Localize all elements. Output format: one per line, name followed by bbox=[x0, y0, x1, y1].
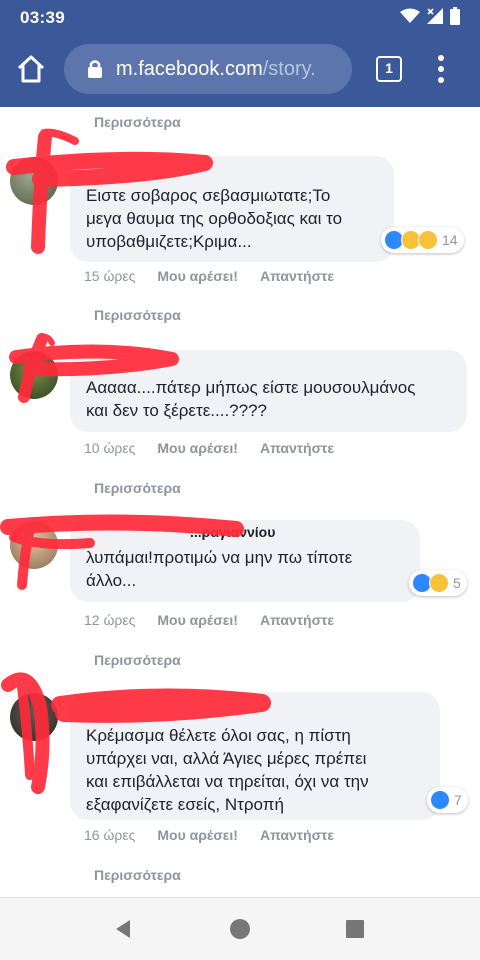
battery-icon bbox=[450, 7, 460, 25]
url-bar[interactable]: m.facebook.com/story. bbox=[64, 44, 352, 94]
like-link[interactable]: Μου αρέσει! bbox=[157, 268, 238, 284]
browser-top-bar: 03:39 m.facebook.com/story. 1 bbox=[0, 0, 480, 107]
wifi-icon bbox=[400, 8, 420, 23]
commenter-name[interactable]: ...ραγιαννίου bbox=[190, 524, 275, 540]
reaction-summary[interactable]: 5 bbox=[409, 570, 467, 596]
reaction-summary[interactable]: 14 bbox=[381, 227, 464, 253]
avatar[interactable] bbox=[10, 157, 58, 205]
comment-text: Κρέμασμα θέλετε όλοι σας, η πίστη υπάρχε… bbox=[86, 726, 369, 814]
signal-icon bbox=[427, 8, 443, 24]
comment-bubble: Ειστε σοβαρος σεβασμιωτατε;Το μεγα θαυμα… bbox=[70, 156, 394, 262]
back-icon[interactable] bbox=[108, 914, 138, 944]
reaction-count: 5 bbox=[453, 575, 461, 591]
system-nav-bar bbox=[0, 897, 480, 960]
url-text: m.facebook.com/story. bbox=[116, 58, 316, 81]
reply-link[interactable]: Απαντήστε bbox=[260, 612, 334, 628]
home-circle-icon[interactable] bbox=[225, 914, 255, 944]
reaction-count: 14 bbox=[442, 232, 458, 248]
avatar[interactable] bbox=[10, 521, 58, 569]
comment-text: Ειστε σοβαρος σεβασμιωτατε;Το μεγα θαυμα… bbox=[86, 186, 343, 251]
sad-icon bbox=[429, 573, 449, 593]
reaction-count: 7 bbox=[454, 792, 462, 808]
comment-time[interactable]: 12 ώρες bbox=[84, 612, 135, 628]
status-bar: 03:39 bbox=[0, 0, 480, 34]
comment-bubble: ...ραγιαννίου λυπάμαι!προτιμώ να μην πω … bbox=[70, 520, 420, 602]
reply-link[interactable]: Απαντήστε bbox=[260, 268, 334, 284]
more-link[interactable]: Περισσότερα bbox=[94, 652, 181, 668]
reply-link[interactable]: Απαντήστε bbox=[260, 440, 334, 456]
comment-meta: 10 ώρες Μου αρέσει! Απαντήστε bbox=[84, 440, 334, 456]
tab-switcher-button[interactable]: 1 bbox=[376, 56, 402, 82]
more-link[interactable]: Περισσότερα bbox=[94, 307, 181, 323]
url-host: m.facebook.com bbox=[116, 57, 263, 80]
like-icon bbox=[430, 790, 450, 810]
haha-icon bbox=[418, 230, 438, 250]
more-link[interactable]: Περισσότερα bbox=[94, 480, 181, 496]
comment-meta: 16 ώρες Μου αρέσει! Απαντήστε bbox=[84, 827, 334, 843]
comment-bubble: Ααααα....πάτερ μήπως είστε μουσουλμάνος … bbox=[70, 350, 467, 432]
more-link[interactable]: Περισσότερα bbox=[94, 867, 181, 883]
comment-text: Ααααα....πάτερ μήπως είστε μουσουλμάνος … bbox=[86, 378, 416, 420]
comment-bubble: Κρέμασμα θέλετε όλοι σας, η πίστη υπάρχε… bbox=[70, 692, 440, 820]
status-icons bbox=[400, 7, 460, 25]
overflow-menu-icon[interactable] bbox=[434, 54, 448, 84]
lock-icon bbox=[88, 60, 102, 78]
url-path: /story. bbox=[262, 57, 316, 80]
reaction-summary[interactable]: 7 bbox=[427, 787, 468, 813]
recents-icon[interactable] bbox=[340, 914, 370, 944]
reply-link[interactable]: Απαντήστε bbox=[260, 827, 334, 843]
home-icon[interactable] bbox=[14, 52, 48, 86]
comment-feed: Περισσότερα Ειστε σοβαρος σεβασμιωτατε;Τ… bbox=[0, 107, 480, 897]
avatar[interactable] bbox=[10, 693, 58, 741]
like-link[interactable]: Μου αρέσει! bbox=[157, 827, 238, 843]
status-time: 03:39 bbox=[20, 8, 65, 27]
comment-time[interactable]: 10 ώρες bbox=[84, 440, 135, 456]
url-row: m.facebook.com/story. 1 bbox=[0, 38, 480, 102]
like-link[interactable]: Μου αρέσει! bbox=[157, 440, 238, 456]
comment-text: λυπάμαι!προτιμώ να μην πω τίποτε άλλο... bbox=[86, 548, 353, 590]
avatar[interactable] bbox=[10, 351, 58, 399]
like-link[interactable]: Μου αρέσει! bbox=[157, 612, 238, 628]
comment-time[interactable]: 16 ώρες bbox=[84, 827, 135, 843]
more-link[interactable]: Περισσότερα bbox=[94, 114, 181, 130]
comment-meta: 12 ώρες Μου αρέσει! Απαντήστε bbox=[84, 612, 334, 628]
comment-time[interactable]: 15 ώρες bbox=[84, 268, 135, 284]
comment-meta: 15 ώρες Μου αρέσει! Απαντήστε bbox=[84, 268, 334, 284]
